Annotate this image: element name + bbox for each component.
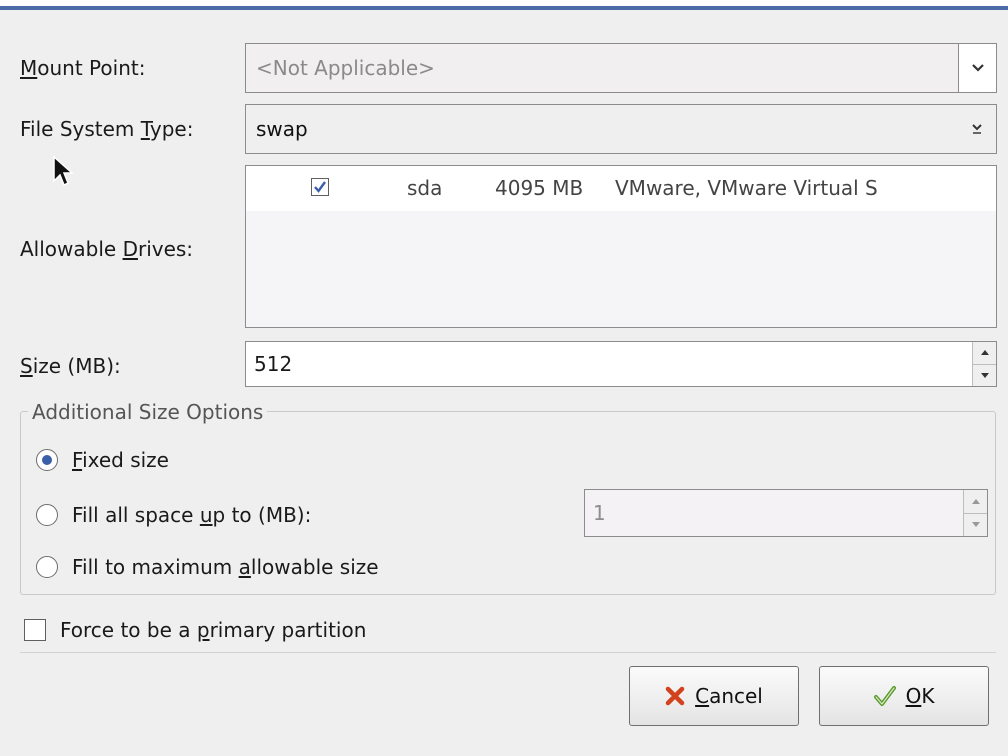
fill-upto-label[interactable]: Fill all space up to (MB):: [72, 503, 311, 527]
primary-partition-label[interactable]: Force to be a primary partition: [60, 618, 366, 642]
drive-checkbox[interactable]: [311, 178, 329, 196]
x-icon: [665, 686, 685, 706]
fixed-size-label[interactable]: Fixed size: [72, 448, 169, 472]
button-separator: [20, 652, 996, 653]
drives-list[interactable]: sda 4095 MB VMware, VMware Virtual S: [245, 165, 997, 328]
size-options-title: Additional Size Options: [28, 400, 268, 424]
size-spinbutton[interactable]: 512: [245, 341, 997, 387]
mount-point-combo[interactable]: <Not Applicable>: [245, 43, 997, 93]
mount-point-value: <Not Applicable>: [256, 56, 435, 80]
cancel-button[interactable]: Cancel: [629, 666, 799, 726]
arrow-down-icon[interactable]: [973, 364, 996, 386]
fill-max-radio[interactable]: [36, 556, 58, 578]
primary-partition-checkbox[interactable]: [24, 619, 46, 641]
mount-point-label: Mount Point:: [20, 56, 146, 80]
arrow-down-icon[interactable]: [964, 513, 987, 536]
window-top-border: [0, 0, 1008, 10]
check-icon: [873, 685, 896, 707]
drive-name: sda: [407, 176, 443, 200]
radio-selected-dot: [42, 455, 52, 465]
fill-max-label[interactable]: Fill to maximum allowable size: [72, 555, 379, 579]
drive-size: 4095 MB: [495, 176, 584, 200]
mouse-pointer-icon: [53, 155, 74, 187]
cancel-label: Cancel: [695, 684, 763, 708]
list-item[interactable]: sda 4095 MB VMware, VMware Virtual S: [246, 166, 996, 211]
fs-type-value: swap: [256, 117, 308, 141]
fill-upto-radio[interactable]: [36, 504, 58, 526]
arrow-up-icon[interactable]: [964, 490, 987, 514]
chevron-down-icon[interactable]: [958, 44, 996, 92]
fill-upto-input[interactable]: 1: [585, 501, 963, 525]
drive-model: VMware, VMware Virtual S: [615, 176, 878, 200]
fs-type-combo[interactable]: swap: [245, 104, 997, 154]
check-icon: [314, 181, 326, 193]
allowable-drives-label: Allowable Drives:: [20, 237, 194, 261]
fixed-size-radio[interactable]: [36, 449, 58, 471]
size-input[interactable]: 512: [246, 352, 972, 376]
fs-type-label: File System Type:: [20, 117, 194, 141]
fill-upto-spinbutton[interactable]: 1: [584, 489, 988, 537]
ok-label: OK: [905, 684, 935, 708]
chevron-down-icon[interactable]: [958, 105, 996, 153]
arrow-up-icon[interactable]: [973, 342, 996, 365]
ok-button[interactable]: OK: [819, 666, 989, 726]
size-label: Size (MB):: [20, 354, 121, 378]
